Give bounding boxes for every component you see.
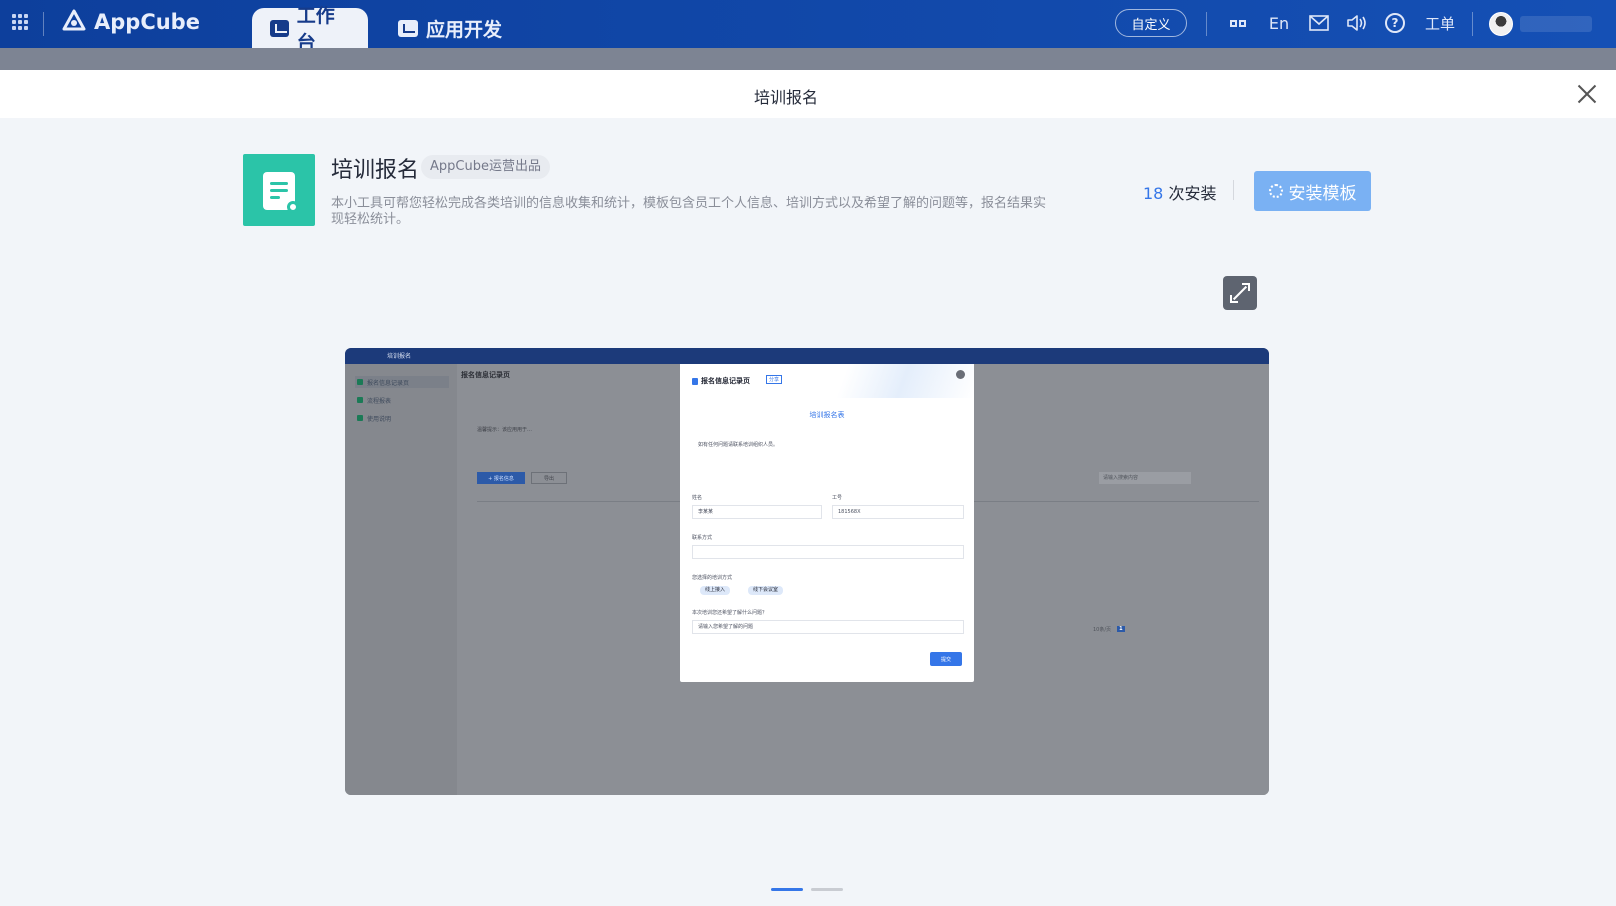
preview-field-input	[692, 545, 964, 559]
preview-app-topbar: 培训报名	[345, 348, 1269, 364]
close-icon[interactable]	[1577, 84, 1597, 104]
preview-modal-close-icon	[956, 370, 965, 379]
divider	[1472, 12, 1473, 36]
help-icon[interactable]: ?	[1385, 13, 1405, 33]
preview-sidebar: 报名信息记录页 流程报表 使用说明	[345, 364, 457, 795]
app-grid-icon[interactable]	[12, 14, 28, 30]
preview-pagination: 10条/页 1	[1093, 626, 1125, 633]
install-count: 18 次安装	[1143, 180, 1216, 204]
preview-page-heading: 报名信息记录页	[461, 371, 510, 379]
preview-field-input: 李某某	[692, 505, 822, 519]
divider	[1206, 12, 1207, 36]
language-switch[interactable]: En	[1266, 12, 1292, 34]
template-detail-drawer: 培训报名 培训报名 AppCube运营出品 本小工具可帮您轻松完成各类培训的信息…	[0, 70, 1616, 906]
tab-workbench[interactable]: 工作台	[252, 5, 368, 54]
preview-app-title: 培训报名	[387, 353, 412, 360]
customize-button[interactable]: 自定义	[1115, 9, 1187, 37]
divider	[1233, 180, 1234, 200]
preview-sidebar-item: 流程报表	[355, 394, 449, 406]
publisher-badge: AppCube运营出品	[421, 155, 550, 179]
tab-workbench-label: 工作台	[296, 5, 335, 54]
preview-field-input: 请输入您希望了解的问题	[692, 620, 964, 634]
tab-app-development-label: 应用开发	[426, 18, 503, 41]
carousel-indicators	[771, 888, 843, 891]
qr-code-icon[interactable]	[1228, 12, 1248, 34]
preview-form-intro: 如有任何问题请联系培训组织人员。	[698, 442, 779, 448]
preview-export-button: 导出	[531, 472, 567, 484]
appcube-logo[interactable]: AppCube	[60, 8, 200, 36]
preview-notice: 温馨提示：该应用用于…	[477, 427, 533, 433]
preview-sidebar-item: 使用说明	[355, 412, 449, 424]
preview-field-label: 工号	[832, 495, 843, 501]
carousel-dot-active[interactable]	[771, 888, 803, 891]
preview-screenshot: 培训报名 报名信息记录页 流程报表 使用说明 报名信息记录页 温馨提示：该应用用…	[345, 348, 1269, 795]
avatar[interactable]	[1489, 12, 1513, 36]
code-icon	[398, 19, 418, 37]
drawer-title: 培训报名	[753, 88, 818, 107]
preview-form-modal: 报名信息记录页 分享 培训报名表 如有任何问题请联系培训组织人员。 姓名 李某某…	[680, 364, 974, 682]
preview-radio-option: 线下会议室	[748, 586, 784, 595]
preview-field-label: 您选择的培训方式	[692, 575, 733, 581]
top-navigation-bar: AppCube 工作台 应用开发 自定义 En ? 工单	[0, 0, 1616, 54]
preview-field-label: 姓名	[692, 495, 703, 501]
expand-fullscreen-icon[interactable]	[1223, 276, 1257, 310]
preview-modal-title: 报名信息记录页	[692, 376, 750, 386]
template-name: 培训报名	[331, 158, 420, 183]
logo-text: AppCube	[94, 10, 200, 34]
install-count-number: 18	[1143, 184, 1164, 203]
work-order-link[interactable]: 工单	[1424, 12, 1456, 34]
preview-field-input: 181568X	[832, 505, 964, 519]
preview-form-title: 培训报名表	[809, 411, 845, 419]
divider	[43, 12, 44, 36]
preview-sidebar-item: 报名信息记录页	[355, 376, 449, 388]
tab-app-development[interactable]: 应用开发	[380, 8, 520, 48]
preview-modal-tag: 分享	[766, 375, 783, 384]
appcube-logo-icon	[62, 9, 86, 31]
drawer-header: 培训报名	[0, 70, 1616, 118]
preview-carousel: 培训报名 报名信息记录页 流程报表 使用说明 报名信息记录页 温馨提示：该应用用…	[244, 264, 1370, 906]
preview-field-label: 本次培训您还希望了解什么问题？	[692, 610, 768, 616]
gear-icon	[287, 201, 299, 213]
background-overlay	[0, 48, 1616, 70]
carousel-dot[interactable]	[811, 888, 843, 891]
preview-field-label: 联系方式	[692, 535, 713, 541]
speaker-icon[interactable]	[1346, 12, 1368, 34]
preview-add-button: + 报名信息	[477, 472, 525, 484]
install-template-button[interactable]: 安装模板	[1254, 171, 1371, 211]
preview-radio-option: 线上接入	[700, 586, 731, 595]
install-count-suffix: 次安装	[1163, 184, 1217, 203]
username-redacted[interactable]	[1520, 16, 1592, 32]
mail-icon[interactable]	[1308, 12, 1330, 34]
monitor-icon	[270, 19, 289, 37]
template-description: 本小工具可帮您轻松完成各类培训的信息收集和统计，模板包含员工个人信息、培训方式以…	[331, 196, 1047, 227]
install-template-label: 安装模板	[1288, 183, 1357, 203]
preview-submit-button: 提交	[930, 652, 962, 666]
preview-search: 请输入搜索内容	[1099, 472, 1191, 484]
template-app-icon	[243, 154, 315, 226]
loading-spinner-icon	[1268, 184, 1283, 198]
